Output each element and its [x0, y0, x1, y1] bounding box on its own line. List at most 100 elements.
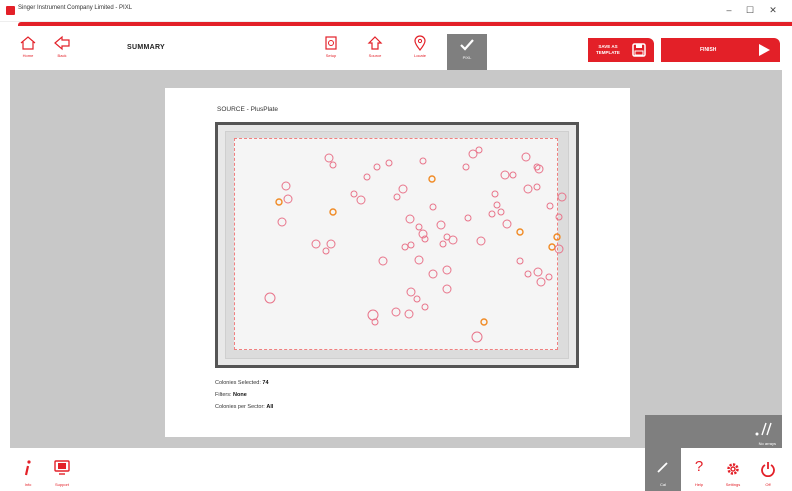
colonies-selected-label: Colonies Selected: [215, 380, 261, 386]
colony-marker[interactable] [373, 163, 381, 171]
colony-marker[interactable] [429, 203, 437, 211]
no-arrays-label: No arrays [758, 441, 776, 446]
colony-marker[interactable] [509, 171, 517, 179]
colony-marker[interactable] [546, 202, 554, 210]
colony-marker[interactable] [428, 269, 438, 279]
source-title: SOURCE - PlusPlate [217, 106, 279, 113]
colony-marker[interactable] [476, 236, 486, 246]
colony-marker[interactable] [419, 157, 427, 165]
colony-marker[interactable] [516, 257, 524, 265]
colony-marker[interactable] [283, 194, 293, 204]
colony-marker[interactable] [442, 284, 452, 294]
colony-marker[interactable] [497, 208, 505, 216]
support-label: Support [54, 482, 69, 487]
colony-marker[interactable] [533, 163, 541, 171]
colony-marker[interactable] [553, 233, 561, 241]
colony-marker[interactable] [413, 295, 421, 303]
colony-marker[interactable] [555, 213, 563, 221]
colony-marker[interactable] [363, 173, 371, 181]
colony-marker[interactable] [557, 192, 567, 202]
colony-marker[interactable] [523, 184, 533, 194]
maximize-button[interactable]: ☐ [741, 3, 759, 17]
support-button[interactable]: Support [44, 448, 80, 491]
colony-marker[interactable] [443, 233, 451, 241]
colony-marker[interactable] [401, 243, 409, 251]
back-button[interactable]: Back [42, 32, 82, 68]
checkmark-icon [460, 39, 474, 51]
save-as-template-button[interactable]: SAVE AS TEMPLATE [588, 38, 654, 62]
colony-marker[interactable] [428, 175, 436, 183]
colony-marker[interactable] [264, 292, 276, 304]
colony-marker[interactable] [480, 318, 488, 326]
colony-marker[interactable] [554, 244, 564, 254]
colony-marker[interactable] [439, 240, 447, 248]
colony-marker[interactable] [516, 228, 524, 236]
power-off-button[interactable]: Off [750, 448, 786, 491]
help-button[interactable]: ? Help [681, 448, 717, 491]
step-pixl-button[interactable]: PIXL [447, 34, 487, 70]
colony-marker[interactable] [488, 210, 496, 218]
colony-marker[interactable] [493, 201, 501, 209]
colony-marker[interactable] [536, 277, 546, 287]
step-setup-button[interactable]: Setup [311, 32, 351, 68]
colony-marker[interactable] [462, 163, 470, 171]
colony-marker[interactable] [393, 193, 401, 201]
colony-marker[interactable] [404, 309, 414, 319]
home-icon [20, 36, 36, 50]
cal-label: Cal [659, 482, 666, 487]
colony-marker[interactable] [324, 153, 334, 163]
colony-marker[interactable] [406, 287, 416, 297]
window-title: Singer Instrument Company Limited - PIXL [18, 5, 133, 11]
colony-marker[interactable] [436, 220, 446, 230]
colony-marker[interactable] [442, 265, 452, 275]
colony-marker[interactable] [475, 146, 483, 154]
location-pin-icon [414, 35, 426, 51]
step-locate-button[interactable]: Locate [400, 32, 440, 68]
colony-map[interactable] [215, 122, 579, 368]
colony-marker[interactable] [545, 273, 553, 281]
cal-button[interactable]: Cal [645, 448, 681, 491]
colony-marker[interactable] [500, 170, 510, 180]
info-button[interactable]: Info [10, 448, 46, 491]
colony-marker[interactable] [350, 190, 358, 198]
colony-marker[interactable] [275, 198, 283, 206]
colony-marker[interactable] [405, 214, 415, 224]
settings-button[interactable]: Settings [715, 448, 751, 491]
colony-marker[interactable] [421, 303, 429, 311]
colony-marker[interactable] [311, 239, 321, 249]
colony-marker[interactable] [524, 270, 532, 278]
colony-marker[interactable] [356, 195, 366, 205]
step-source-button[interactable]: Source [355, 32, 395, 68]
close-button[interactable]: ✕ [764, 3, 782, 17]
colony-marker[interactable] [415, 223, 423, 231]
colony-marker[interactable] [414, 255, 424, 265]
page-title: SUMMARY [127, 44, 166, 51]
colony-marker[interactable] [385, 159, 393, 167]
colony-marker[interactable] [378, 256, 388, 266]
colony-marker[interactable] [548, 243, 556, 251]
colony-marker[interactable] [326, 239, 336, 249]
colony-marker[interactable] [391, 307, 401, 317]
colony-marker[interactable] [502, 219, 512, 229]
colonies-per-sector-row: Colonies per Sector: All [215, 404, 273, 410]
colony-marker[interactable] [277, 217, 287, 227]
colony-marker[interactable] [329, 161, 337, 169]
colony-marker[interactable] [533, 267, 543, 277]
save-disk-icon [632, 43, 646, 57]
colony-marker[interactable] [533, 183, 541, 191]
colony-marker[interactable] [367, 309, 379, 321]
colony-marker[interactable] [322, 247, 330, 255]
finish-button[interactable]: FINISH [661, 38, 780, 62]
colonies-selected-row: Colonies Selected: 74 [215, 380, 269, 386]
minimize-button[interactable]: – [720, 3, 738, 17]
colonies-selected-value: 74 [262, 380, 269, 386]
colony-marker[interactable] [491, 190, 499, 198]
colony-marker[interactable] [521, 152, 531, 162]
colony-marker[interactable] [329, 208, 337, 216]
colony-marker[interactable] [471, 331, 483, 343]
colony-marker[interactable] [398, 184, 408, 194]
colony-marker[interactable] [281, 181, 291, 191]
colony-marker[interactable] [407, 241, 415, 249]
colony-marker[interactable] [464, 214, 472, 222]
filters-row: Filters: None [215, 392, 247, 398]
